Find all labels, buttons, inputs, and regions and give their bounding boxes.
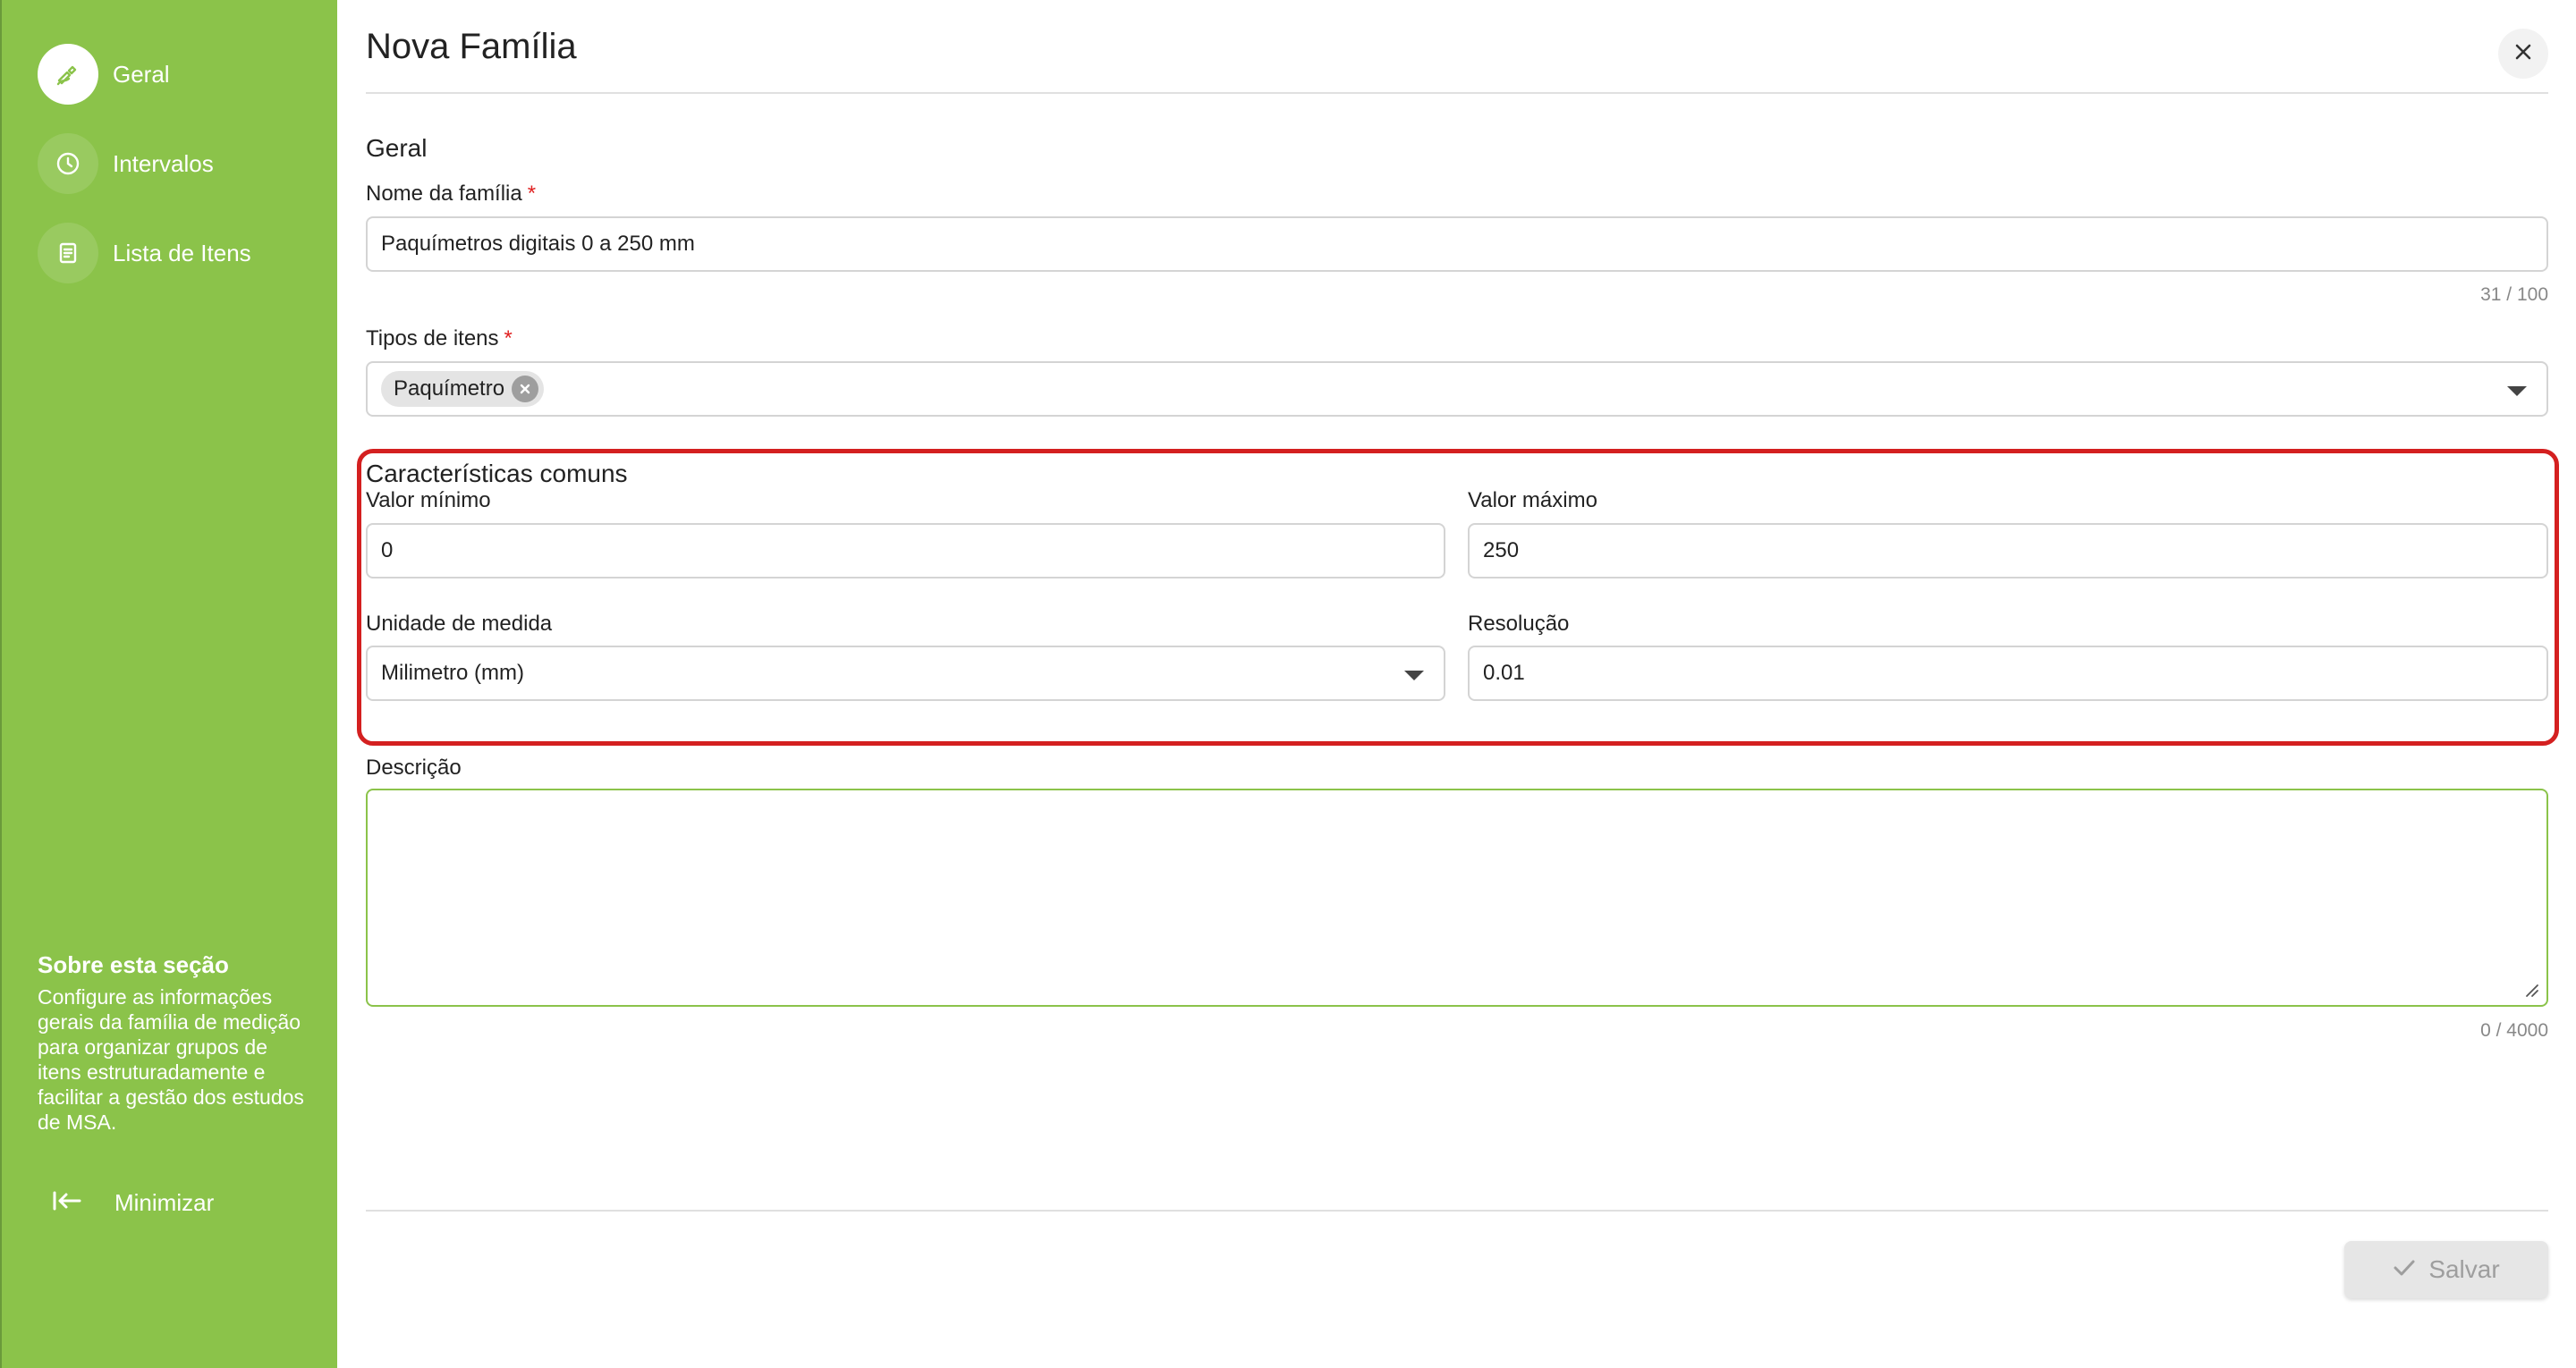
label-text: Tipos de itens (366, 326, 499, 350)
label-text: Nome da família (366, 182, 522, 206)
divider (366, 1210, 2548, 1212)
about-text: Configure as informações gerais da famíl… (38, 985, 304, 1134)
edit-icon (38, 44, 98, 105)
item-types-select[interactable]: Paquímetro (366, 361, 2548, 417)
about-section: Sobre esta seção Configure as informaçõe… (38, 951, 306, 1135)
item-type-chip[interactable]: Paquímetro (381, 371, 545, 407)
close-button[interactable] (2498, 29, 2548, 79)
family-name-input[interactable] (366, 216, 2548, 272)
sidebar-item-lista-de-itens[interactable]: Lista de Itens (38, 222, 251, 284)
sidebar-item-label: Geral (113, 60, 170, 88)
save-label: Salvar (2428, 1255, 2500, 1283)
sidebar: Geral Intervalos Lista de Itens Sobre es… (0, 0, 337, 1368)
required-mark: * (504, 326, 513, 350)
highlight-box (357, 449, 2559, 746)
save-button[interactable]: Salvar (2344, 1241, 2548, 1298)
minimize-button[interactable]: Minimizar (52, 1189, 214, 1217)
minimize-label: Minimizar (114, 1189, 215, 1216)
resize-handle-icon[interactable] (2523, 982, 2539, 1002)
check-icon (2393, 1255, 2428, 1284)
sidebar-item-geral[interactable]: Geral (38, 43, 170, 106)
about-title: Sobre esta seção (38, 951, 229, 978)
collapse-left-icon (52, 1190, 82, 1216)
required-mark: * (527, 182, 537, 206)
clock-icon (38, 133, 98, 194)
family-name-label: Nome da família * (366, 182, 536, 207)
page-title: Nova Família (366, 27, 577, 66)
item-types-label: Tipos de itens * (366, 326, 513, 351)
remove-chip-icon[interactable] (512, 376, 539, 402)
sidebar-item-intervalos[interactable]: Intervalos (38, 132, 214, 195)
chip-label: Paquímetro (394, 376, 505, 401)
description-textarea[interactable] (366, 789, 2548, 1007)
close-icon (2512, 41, 2534, 67)
family-name-counter: 31 / 100 (2480, 284, 2548, 305)
list-icon (38, 223, 98, 283)
sidebar-item-label: Intervalos (113, 149, 214, 177)
sidebar-item-label: Lista de Itens (113, 239, 251, 266)
section-title: Geral (366, 134, 428, 162)
description-label: Descrição (366, 756, 462, 780)
divider (366, 92, 2548, 94)
chevron-down-icon[interactable] (2507, 386, 2527, 396)
description-counter: 0 / 4000 (2480, 1020, 2548, 1041)
